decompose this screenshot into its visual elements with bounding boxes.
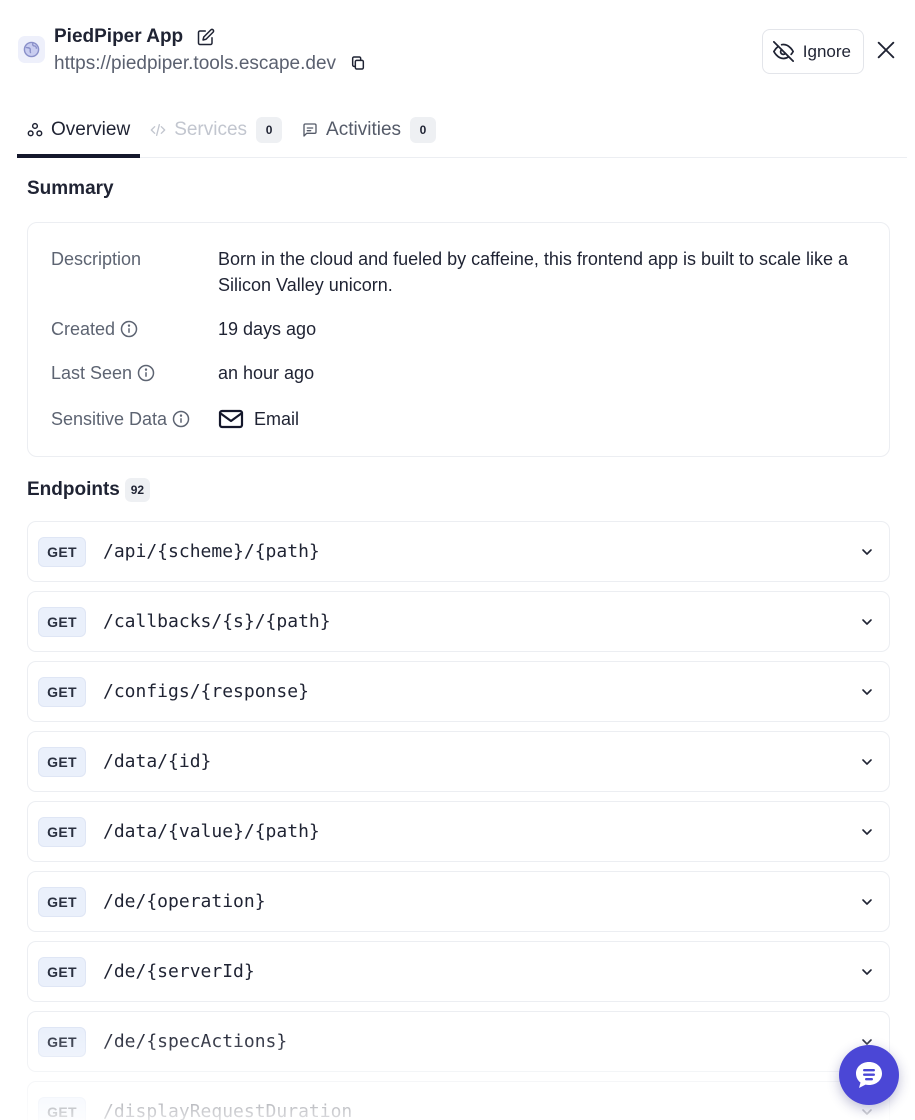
services-count-badge: 0 (256, 116, 283, 143)
app-header: PiedPiper App https://piedpiper.tools.es… (18, 24, 897, 84)
endpoint-row[interactable]: GET/de/{specActions} (27, 1011, 890, 1072)
tab-activities[interactable]: Activities 0 (292, 103, 446, 156)
method-badge: GET (38, 1096, 86, 1120)
summary-title: Summary (27, 178, 114, 199)
endpoint-path: /configs/{response} (103, 681, 309, 702)
ignore-button[interactable]: Ignore (761, 29, 864, 74)
sensitive-data-value: Email (218, 406, 866, 432)
endpoint-row[interactable]: GET/de/{serverId} (27, 941, 890, 1002)
endpoints-title: Endpoints (27, 479, 120, 500)
eye-off-icon (772, 41, 794, 62)
tab-overview[interactable]: Overview (17, 103, 141, 158)
created-label: Created (51, 318, 116, 339)
globe-icon (18, 36, 45, 63)
chat-support-button[interactable] (839, 1045, 899, 1105)
endpoint-path: /de/{serverId} (103, 961, 255, 982)
last-seen-value: an hour ago (218, 363, 315, 383)
method-badge: GET (38, 1026, 86, 1057)
chevron-down-icon[interactable] (859, 964, 875, 980)
overview-icon (27, 122, 43, 138)
sensitive-data-email: Email (254, 409, 300, 429)
chevron-down-icon[interactable] (859, 614, 875, 630)
description-label: Description (51, 248, 142, 269)
close-icon[interactable] (875, 39, 897, 61)
sensitive-data-row: Sensitive Data Email (51, 406, 866, 432)
description-value: Born in the cloud and fueled by caffeine… (218, 249, 849, 295)
chevron-down-icon[interactable] (859, 894, 875, 910)
endpoint-row[interactable]: GET/de/{operation} (27, 871, 890, 932)
chat-icon (856, 1062, 882, 1088)
tab-services-label: Services (174, 118, 248, 140)
chevron-down-icon[interactable] (859, 754, 875, 770)
message-icon (302, 122, 318, 138)
app-url: https://piedpiper.tools.escape.dev (54, 53, 337, 74)
endpoint-row[interactable]: GET/api/{scheme}/{path} (27, 521, 890, 582)
method-badge: GET (38, 886, 86, 917)
method-badge: GET (38, 956, 86, 987)
created-value: 19 days ago (218, 319, 317, 339)
edit-icon[interactable] (197, 28, 215, 46)
mail-icon (218, 409, 244, 429)
sensitive-data-label-group: Sensitive Data (51, 406, 218, 432)
created-row: Created 19 days ago (51, 316, 866, 342)
endpoints-title-row: Endpoints 92 (27, 478, 150, 502)
method-badge: GET (38, 816, 86, 847)
endpoint-path: /api/{scheme}/{path} (103, 541, 320, 562)
sensitive-data-label: Sensitive Data (51, 408, 168, 429)
chevron-down-icon[interactable] (859, 1104, 875, 1120)
info-icon[interactable] (172, 410, 190, 428)
endpoint-path: /de/{specActions} (103, 1031, 288, 1052)
endpoint-row[interactable]: GET/displayRequestDuration (27, 1081, 890, 1120)
tab-bar: Overview Services 0 Activities 0 (17, 103, 907, 158)
method-badge: GET (38, 746, 86, 777)
chevron-down-icon[interactable] (859, 684, 875, 700)
last-seen-row: Last Seen an hour ago (51, 360, 866, 386)
endpoint-path: /de/{operation} (103, 891, 266, 912)
tab-overview-label: Overview (51, 118, 131, 140)
chevron-down-icon[interactable] (859, 544, 875, 560)
endpoint-path: /displayRequestDuration (103, 1101, 353, 1120)
endpoint-path: /data/{value}/{path} (103, 821, 320, 842)
last-seen-label-group: Last Seen (51, 360, 218, 386)
tab-services[interactable]: Services 0 (140, 103, 292, 156)
activities-count-badge: 0 (410, 116, 437, 143)
method-badge: GET (38, 676, 86, 707)
endpoint-row[interactable]: GET/configs/{response} (27, 661, 890, 722)
endpoint-path: /callbacks/{s}/{path} (103, 611, 331, 632)
info-icon[interactable] (137, 364, 155, 382)
app-title: PiedPiper App (54, 26, 184, 47)
method-badge: GET (38, 606, 86, 637)
tab-activities-label: Activities (326, 118, 402, 140)
endpoint-row[interactable]: GET/callbacks/{s}/{path} (27, 591, 890, 652)
ignore-label: Ignore (802, 41, 851, 61)
copy-icon[interactable] (350, 55, 368, 73)
app-title-row: PiedPiper App (54, 26, 215, 48)
endpoint-row[interactable]: GET/data/{value}/{path} (27, 801, 890, 862)
summary-card: Description Born in the cloud and fueled… (27, 222, 890, 457)
method-badge: GET (38, 536, 86, 567)
app-url-row: https://piedpiper.tools.escape.dev (54, 53, 368, 75)
endpoint-list: GET/api/{scheme}/{path} GET/callbacks/{s}… (27, 521, 890, 1120)
info-icon[interactable] (120, 320, 138, 338)
description-row: Description Born in the cloud and fueled… (51, 246, 866, 298)
endpoints-count-badge: 92 (124, 478, 150, 502)
endpoint-row[interactable]: GET/data/{id} (27, 731, 890, 792)
code-icon (150, 122, 166, 138)
created-label-group: Created (51, 316, 218, 342)
chevron-down-icon[interactable] (859, 824, 875, 840)
last-seen-label: Last Seen (51, 362, 133, 383)
endpoint-path: /data/{id} (103, 751, 212, 772)
